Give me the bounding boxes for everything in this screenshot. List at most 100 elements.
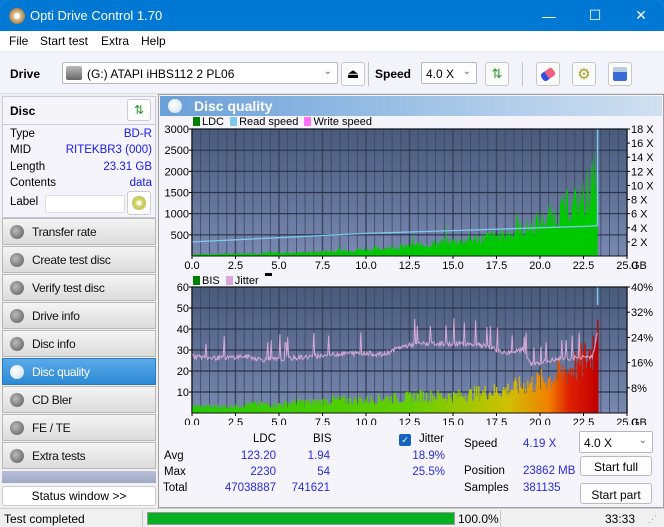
start-part-button[interactable]: Start part: [580, 483, 652, 504]
nav-verify-test-disc[interactable]: Verify test disc: [2, 274, 156, 301]
minimize-button[interactable]: —: [526, 0, 572, 31]
status-bar: Test completed 100.0% 33:33 ⋰: [0, 508, 664, 527]
col-bis-header: BIS: [313, 433, 332, 445]
drive-info-icon: [10, 309, 24, 323]
position-value: 23862 MB: [523, 465, 576, 477]
total-ldc: 47038887: [224, 482, 276, 494]
nav-label: CD Bler: [32, 393, 72, 407]
field-key: Contents: [10, 177, 57, 189]
title-bar: Opti Drive Control 1.70 — ☐ ✕: [0, 0, 664, 31]
max-jitter: 25.5%: [412, 466, 445, 478]
transfer-rate-icon: [10, 225, 24, 239]
avg-bis: 1.94: [307, 450, 330, 462]
menu-help[interactable]: Help: [141, 34, 166, 48]
nav-label: Create test disc: [32, 253, 111, 267]
status-text: Test completed: [4, 512, 85, 526]
resize-grip-icon[interactable]: ⋰: [648, 514, 657, 525]
disc-info-icon: [10, 337, 24, 351]
eject-icon: ⏏: [346, 66, 360, 81]
test-speed-value: 4.0 X: [584, 436, 613, 450]
disc-type-row: Type BD-R: [10, 128, 152, 144]
speed-value: 4.19 X: [523, 438, 557, 450]
nav-cd-bler[interactable]: CD Bler: [2, 386, 156, 413]
start-full-button[interactable]: Start full: [580, 456, 652, 476]
refresh-icon: ⇅: [133, 103, 145, 117]
app-window: Opti Drive Control 1.70 — ☐ ✕ File Start…: [0, 0, 664, 527]
save-button[interactable]: [608, 62, 632, 86]
eraser-icon: [539, 66, 557, 82]
speed-select-value: 4.0 X: [426, 67, 455, 81]
nav-disc-quality[interactable]: Disc quality: [2, 358, 156, 385]
disc-label-row: Label: [10, 196, 50, 212]
settings-button[interactable]: ⚙: [572, 62, 596, 86]
avg-jitter: 18.9%: [412, 450, 445, 462]
verify-disc-icon: [10, 281, 24, 295]
chevron-down-icon: ⌄: [323, 66, 332, 77]
toolbar-separator: [522, 62, 523, 86]
nav-fe-te[interactable]: FE / TE: [2, 414, 156, 441]
nav-extra-tests[interactable]: Extra tests: [2, 442, 156, 469]
toolbar: Drive (G:) ATAPI iHBS112 2 PL06 ⌄ ⏏ Spee…: [0, 52, 664, 94]
disc-length-row: Length 23.31 GB: [10, 161, 152, 177]
position-label: Position: [464, 465, 505, 477]
chevron-down-icon: ⌄: [638, 435, 647, 446]
nav-drive-info[interactable]: Drive info: [2, 302, 156, 329]
label-key: Label: [10, 196, 39, 208]
close-button[interactable]: ✕: [618, 0, 664, 31]
menu-file[interactable]: File: [9, 34, 28, 48]
refresh-button[interactable]: ⇅: [485, 62, 509, 86]
fe-te-icon: [10, 421, 24, 435]
menu-extra[interactable]: Extra: [101, 34, 129, 48]
max-ldc: 2230: [250, 466, 276, 478]
avg-label: Avg: [164, 450, 184, 462]
field-value: 23.31 GB: [103, 161, 152, 173]
disc-label-button[interactable]: [127, 191, 151, 215]
drive-select[interactable]: (G:) ATAPI iHBS112 2 PL06 ⌄: [62, 62, 338, 84]
erase-button[interactable]: [536, 62, 560, 86]
max-label: Max: [164, 466, 186, 478]
disc-quality-icon: [10, 365, 24, 379]
disc-label-input[interactable]: [45, 195, 125, 213]
nav-transfer-rate[interactable]: Transfer rate: [2, 218, 156, 245]
nav-label: FE / TE: [32, 421, 71, 435]
nav-create-test-disc[interactable]: Create test disc: [2, 246, 156, 273]
extra-tests-icon: [10, 449, 24, 463]
menu-start-test[interactable]: Start test: [40, 34, 88, 48]
eject-button[interactable]: ⏏: [341, 62, 365, 86]
field-value: BD-R: [123, 128, 152, 140]
nav-label: Disc quality: [32, 365, 90, 379]
disc-mid-row: MID RITEKBR3 (000): [10, 144, 152, 160]
jitter-checkbox[interactable]: ✓: [399, 434, 411, 446]
nav-disc-info[interactable]: Disc info: [2, 330, 156, 357]
nav-label: Extra tests: [32, 449, 86, 463]
elapsed-time: 33:33: [605, 512, 636, 526]
field-key: Type: [10, 128, 35, 140]
speed-label: Speed: [464, 438, 498, 450]
divider: [142, 510, 143, 527]
maximize-button[interactable]: ☐: [572, 0, 618, 31]
disc-quality-panel: Disc quality LDC Read speed Write speed …: [158, 94, 664, 508]
drive-label: Drive: [10, 67, 41, 81]
disc-header: Disc: [10, 104, 36, 118]
status-window-button[interactable]: Status window >>: [2, 486, 156, 506]
save-icon: [613, 67, 627, 81]
speed-select[interactable]: 4.0 X ⌄: [421, 62, 477, 84]
progress-text: 100.0%: [458, 512, 499, 526]
max-bis: 54: [317, 466, 330, 478]
toolbar-separator: [368, 62, 369, 86]
drive-icon: [66, 66, 82, 80]
chevron-down-icon: ⌄: [462, 66, 471, 77]
disc-panel: Disc ⇅ Type BD-R MID RITEKBR3 (000) Length…: [2, 96, 156, 218]
refresh-icon: ⇅: [491, 66, 503, 81]
field-key: MID: [10, 144, 32, 156]
test-speed-select[interactable]: 4.0 X ⌄: [579, 431, 653, 453]
menu-bar: File Start test Extra Help: [0, 31, 664, 51]
speed-label: Speed: [375, 67, 412, 81]
sidebar: Disc ⇅ Type BD-R MID RITEKBR3 (000) Length…: [0, 94, 158, 508]
create-disc-icon: [10, 253, 24, 267]
disc-refresh-button[interactable]: ⇅: [127, 99, 151, 121]
drive-select-value: (G:) ATAPI iHBS112 2 PL06: [87, 67, 235, 81]
app-icon: [9, 8, 25, 24]
settings-icon: ⚙: [577, 66, 591, 83]
nav-label: Drive info: [32, 309, 80, 323]
